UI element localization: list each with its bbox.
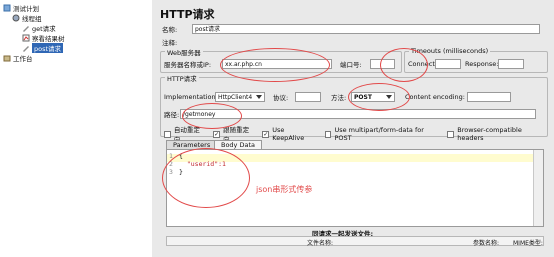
- port-label: 端口号:: [340, 61, 362, 69]
- workbench-icon: [3, 54, 11, 62]
- checkbox-box: [447, 130, 455, 138]
- keepalive-checkbox[interactable]: ✓ Use KeepAlive: [262, 126, 316, 142]
- protocol-field[interactable]: [295, 92, 321, 102]
- implementation-label: Implementation:: [164, 93, 218, 101]
- col-param-name: 参数名称:: [473, 240, 500, 247]
- content-encoding-field[interactable]: [467, 92, 511, 102]
- name-row: 名称: post请求: [162, 24, 540, 34]
- checkmark-icon: ✓: [213, 130, 221, 138]
- protocol-label: 协议:: [273, 94, 289, 102]
- files-table-header: 文件名称: 参数名称: MIME类型:: [166, 236, 544, 247]
- implementation-select[interactable]: HttpClient4: [215, 92, 265, 102]
- web-server-group-title: Web服务器: [165, 47, 203, 57]
- chart-icon: [22, 34, 30, 42]
- path-label: 路径:: [164, 111, 180, 119]
- name-field[interactable]: post请求: [192, 24, 540, 34]
- response-field[interactable]: [498, 59, 524, 69]
- highlight-ellipse: [182, 103, 242, 129]
- server-label: 服务器名称或IP:: [164, 61, 212, 69]
- col-mime-type: MIME类型:: [513, 240, 543, 247]
- tree-item-post-request[interactable]: post请求: [22, 43, 64, 53]
- connect-field[interactable]: [435, 59, 461, 69]
- pencil-icon: [22, 24, 30, 32]
- pencil-icon: [22, 44, 30, 52]
- tree-item-get-request[interactable]: get请求: [22, 23, 56, 33]
- content-encoding-label: Content encoding:: [405, 93, 465, 101]
- test-plan-icon: [3, 4, 11, 12]
- tree-item-result-tree[interactable]: 察看结果树: [22, 33, 65, 43]
- checkbox-box: [164, 130, 171, 138]
- multipart-checkbox[interactable]: Use multipart/form-data for POST: [324, 126, 440, 142]
- http-request-group-title: HTTP请求: [165, 73, 199, 83]
- tree-item-thread-group[interactable]: 线程组: [12, 13, 42, 23]
- highlight-ellipse: [220, 48, 330, 82]
- browser-headers-checkbox[interactable]: Browser-compatible headers: [447, 126, 547, 142]
- comment-label: 注释:: [162, 39, 178, 47]
- response-label: Response:: [465, 60, 499, 68]
- implementation-value: HttpClient4: [218, 93, 253, 101]
- chevron-down-icon: [256, 95, 262, 99]
- highlight-ellipse: [162, 148, 250, 208]
- highlight-ellipse: [380, 48, 428, 82]
- vertical-scrollbar[interactable]: [533, 150, 543, 226]
- checkbox-box: [324, 130, 332, 138]
- page-title: HTTP请求: [160, 8, 215, 21]
- col-file-name: 文件名称:: [307, 240, 334, 247]
- tree-item-workbench[interactable]: 工作台: [3, 53, 33, 63]
- test-plan-tree: 测试计划 线程组 get请求 察看结果树 post请求 工作台: [0, 0, 153, 257]
- gear-icon: [12, 14, 20, 22]
- checkmark-icon: ✓: [262, 130, 270, 138]
- comment-row: 注释:: [162, 37, 177, 47]
- annotation-text: json串形式传参: [256, 185, 313, 194]
- tree-item-test-plan[interactable]: 测试计划: [3, 3, 39, 13]
- highlight-ellipse: [348, 83, 410, 111]
- http-request-panel: HTTP请求 名称: post请求 注释: Web服务器 服务器名称或IP: x…: [152, 0, 554, 257]
- name-label: 名称:: [162, 26, 178, 34]
